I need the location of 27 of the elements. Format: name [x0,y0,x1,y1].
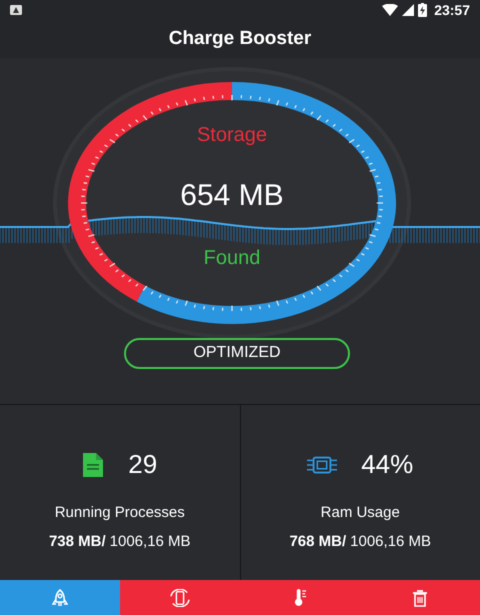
memory-used: 768 MB/ [289,533,346,550]
stat-label: Running Processes [54,504,185,522]
optimized-button[interactable]: OPTIMIZED [124,338,350,369]
gauge-value: 654 MB [180,178,284,213]
stat-label: Ram Usage [320,504,400,522]
clock-time: 23:57 [434,2,470,18]
wifi-icon [382,4,398,16]
memory-used: 738 MB/ [48,533,106,550]
stat-value: 29 [128,449,158,480]
gauge-label: Storage [196,124,268,147]
app-title: Charge Booster [168,28,312,50]
notification-icon [10,4,22,15]
battery-cycle-icon [168,588,192,607]
nav-tab[interactable] [120,580,240,615]
nav-tab[interactable] [360,580,480,615]
document-icon [82,452,104,477]
battery-icon [418,2,428,17]
rocket-icon [52,588,68,607]
gauge-caption: Found [204,246,260,270]
signal-icon [402,4,414,16]
stat-value: 44% [361,449,414,480]
memory-total: 1006,16 MB [350,533,432,550]
trash-icon [412,588,428,607]
chip-icon [307,454,338,476]
thermometer-icon [294,588,306,608]
memory-total: 1006,16 MB [110,533,191,550]
nav-tab[interactable] [0,580,120,615]
